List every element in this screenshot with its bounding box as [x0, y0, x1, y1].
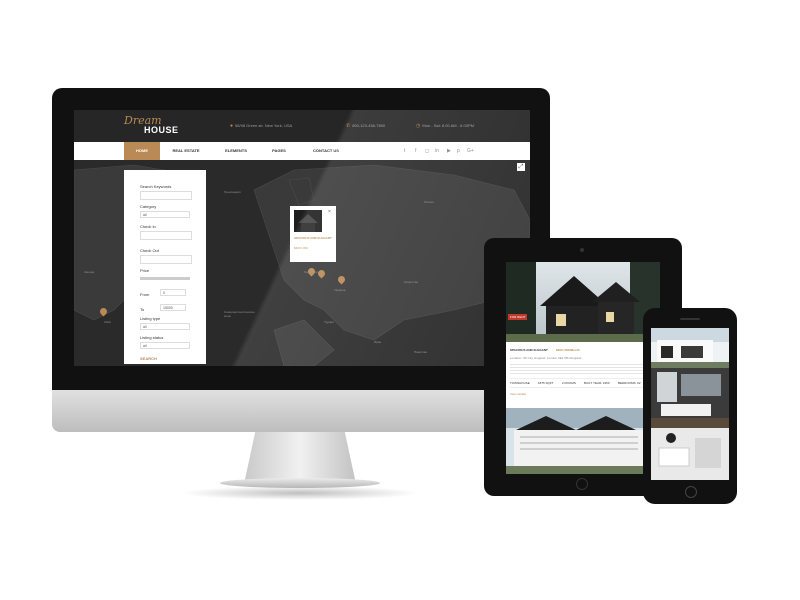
search-button[interactable]: SEARCH — [140, 356, 157, 361]
listing-price: $300 USD/Month — [556, 348, 580, 352]
interior-photo-phone-2 — [651, 428, 729, 480]
main-nav: HOME REAL ESTATE ELEMENTS PAGES CONTACT … — [74, 142, 530, 160]
checkin-input[interactable] — [140, 231, 192, 240]
nav-elements[interactable]: ELEMENTS — [218, 142, 254, 160]
tablet-screen: FOR RENT SPACIOUS AND ELEGANT $300 USD/M… — [506, 262, 660, 474]
price-label: Price — [140, 268, 150, 273]
twitter-icon[interactable]: t — [404, 148, 405, 154]
listing-title[interactable]: SPACIOUS AND ELEGANT — [510, 348, 548, 352]
listing-features: TOWNHOUSE 1875 SQFT 2 ROOMS BUILT YEAR: … — [510, 378, 656, 388]
youtube-icon[interactable]: ▶ — [447, 148, 451, 154]
header-hours: ◷ Mon - Sat: 8.00 AM - 6.00PM — [416, 123, 474, 129]
phone-photo-3[interactable] — [651, 428, 729, 480]
nav-pages[interactable]: PAGES — [264, 142, 294, 160]
desktop-screen: Dream HOUSE ● 58/98 Green str. New York, … — [74, 110, 530, 366]
phone-icon: ✆ — [346, 123, 351, 129]
feature-rooms: 2 ROOMS — [562, 381, 576, 385]
header-address: ● 58/98 Green str. New York, USA — [230, 123, 292, 129]
site-logo[interactable]: HOUSE — [144, 125, 179, 135]
from-input[interactable]: 0 — [160, 289, 186, 296]
phone-photo-1[interactable] — [651, 328, 729, 368]
popup-close-icon[interactable]: × — [328, 209, 331, 215]
checkout-input[interactable] — [140, 255, 192, 264]
search-panel: Search Keywords Category all Check In Ch… — [124, 170, 206, 364]
category-select[interactable]: all — [140, 211, 190, 218]
interior-photo-phone — [651, 368, 729, 428]
phone-photo-2[interactable] — [651, 368, 729, 428]
header-phone: ✆ 890-123-456-7890 — [346, 123, 385, 129]
clock-icon: ◷ — [416, 123, 421, 129]
house-photo — [506, 262, 660, 342]
popup-house-image — [294, 210, 322, 232]
tablet-home-button[interactable] — [576, 478, 588, 490]
phone-text: 890-123-456-7890 — [352, 123, 386, 128]
nav-real-estate[interactable]: REAL ESTATE — [166, 142, 206, 160]
listing-badge: FOR RENT — [508, 314, 528, 320]
checkout-label: Check Out — [140, 248, 159, 253]
listing-status-label: Listing status — [140, 335, 164, 340]
house-photo-2 — [506, 408, 660, 474]
category-label: Category — [140, 204, 157, 209]
to-input[interactable]: 15000 — [160, 304, 186, 311]
listing-meta: Location: 3D City, England, London SE2 0… — [510, 356, 582, 360]
listing-type-select[interactable]: all — [140, 323, 190, 330]
location-icon: ● — [230, 123, 234, 129]
tablet-camera — [580, 248, 584, 252]
map-popup: × SPACIOUS AND ELEGANT $300 USD — [290, 206, 336, 262]
listing-type-label: Listing type — [140, 316, 161, 321]
house-icon — [298, 214, 318, 232]
listing-description — [510, 362, 656, 374]
address-text: 58/98 Green str. New York, USA — [235, 123, 293, 128]
monitor-base — [220, 478, 380, 488]
price-slider[interactable] — [140, 277, 190, 280]
feature-area: 1875 SQFT — [538, 381, 554, 385]
phone-home-button[interactable] — [685, 486, 697, 498]
feature-bedrooms: BEDROOMS: 02 — [618, 381, 641, 385]
phone-speaker — [680, 318, 700, 320]
monitor-stand — [244, 432, 356, 484]
pinterest-icon[interactable]: p — [457, 148, 460, 154]
keywords-label: Search Keywords — [140, 184, 172, 189]
instagram-icon[interactable]: ◻ — [425, 148, 429, 154]
nav-home[interactable]: HOME — [124, 142, 160, 160]
site-header: Dream HOUSE ● 58/98 Green str. New York, … — [74, 110, 530, 142]
hours-text: Mon - Sat: 8.00 AM - 6.00PM — [422, 123, 474, 128]
keywords-input[interactable] — [140, 191, 192, 200]
to-label: To — [140, 307, 145, 312]
facebook-icon[interactable]: f — [415, 148, 416, 154]
from-label: From — [140, 292, 150, 297]
feature-type: TOWNHOUSE — [510, 381, 530, 385]
feature-built: BUILT YEAR: 1950 — [584, 381, 610, 385]
phone-screen — [651, 328, 729, 480]
view-details-link[interactable]: View details — [510, 392, 526, 396]
monitor-shadow — [180, 486, 420, 500]
fullscreen-icon[interactable]: ⤢ — [517, 163, 525, 171]
google-plus-icon[interactable]: G+ — [467, 148, 474, 154]
listing-image-2[interactable] — [506, 408, 660, 474]
linkedin-icon[interactable]: in — [435, 148, 439, 154]
listing-image[interactable] — [506, 262, 660, 342]
listing-status-select[interactable]: all — [140, 342, 190, 349]
nav-contact-us[interactable]: CONTACT US — [306, 142, 346, 160]
checkin-label: Check In — [140, 224, 156, 229]
house-photo-phone-1 — [651, 328, 729, 368]
popup-price: $300 USD — [294, 246, 308, 250]
popup-title[interactable]: SPACIOUS AND ELEGANT — [294, 236, 332, 240]
